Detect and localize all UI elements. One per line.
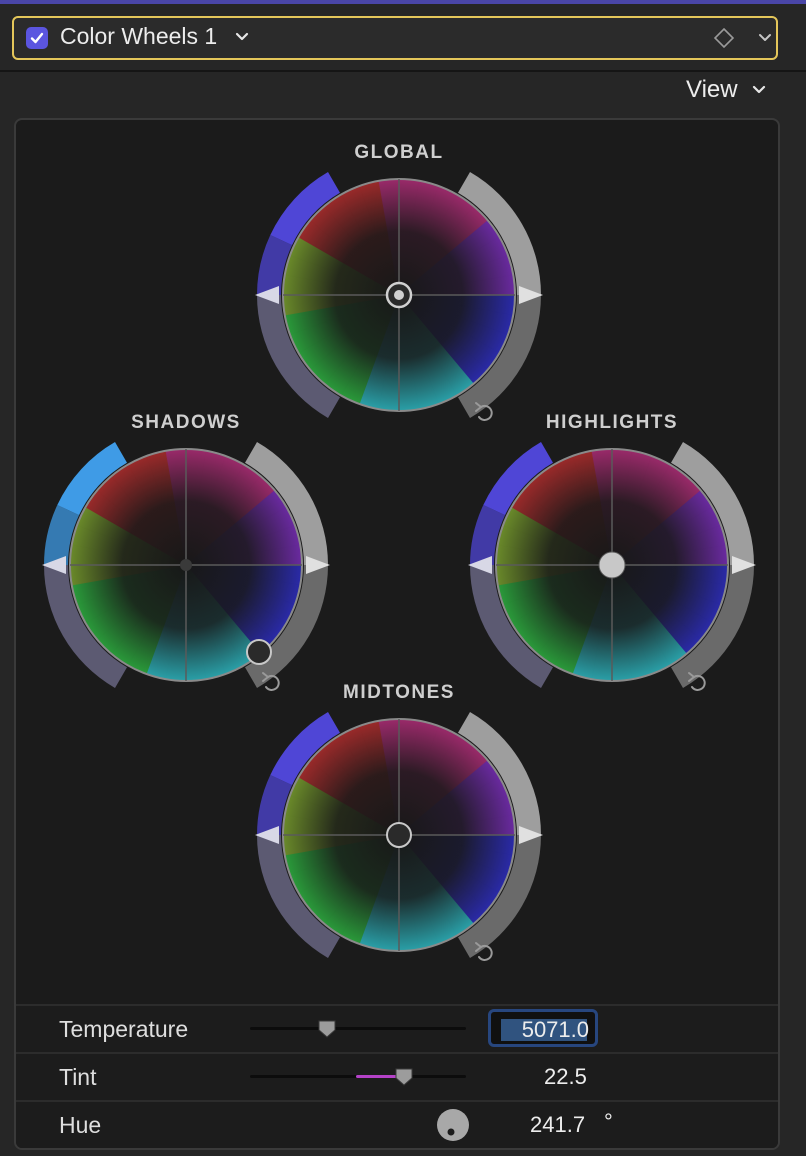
wheel-midtones[interactable] [255, 712, 543, 958]
wheel-label-shadows: SHADOWS [131, 412, 241, 433]
wheel-midtones-puck[interactable] [386, 822, 412, 848]
hue-value[interactable]: 241.7 [530, 1112, 585, 1138]
checkmark-icon [30, 32, 44, 44]
temperature-value-field[interactable]: 5071.0 [488, 1009, 598, 1047]
hue-row: Hue 241.7 ° [16, 1100, 778, 1148]
wheel-shadows[interactable] [42, 442, 330, 688]
wheel-highlights[interactable] [468, 442, 756, 688]
wheel-label-midtones: MIDTONES [343, 682, 455, 703]
temperature-slider-thumb[interactable] [317, 1019, 337, 1039]
view-menu-button[interactable]: View [686, 76, 766, 108]
wheel-label-highlights: HIGHLIGHTS [545, 412, 679, 433]
tint-slider-thumb[interactable] [394, 1067, 414, 1087]
wheel-highlights-puck[interactable] [598, 551, 626, 579]
hue-label: Hue [59, 1112, 102, 1138]
effect-header[interactable]: Color Wheels 1 [12, 16, 778, 60]
wheel-global-puck-dot [394, 290, 404, 300]
hue-dial-knob-icon[interactable] [436, 1108, 470, 1142]
wheel-shadows-puck[interactable] [246, 639, 272, 665]
tint-value[interactable]: 22.5 [544, 1064, 587, 1090]
wheel-label-global: GLOBAL [354, 142, 444, 163]
chevron-down-icon[interactable] [235, 32, 249, 42]
color-wheels-panel: GLOBAL SHADOWS HIGHLIGHTS MIDTONES Tempe… [14, 118, 780, 1150]
view-menu-label: View [686, 76, 738, 103]
effect-title[interactable]: Color Wheels 1 [60, 23, 217, 50]
tint-label: Tint [59, 1064, 97, 1090]
window-top-edge [0, 0, 806, 4]
temperature-slider-track[interactable] [250, 1027, 466, 1030]
wheel-global[interactable] [255, 172, 543, 418]
temperature-row: Temperature 5071.0 [16, 1004, 778, 1052]
wheels-canvas [42, 172, 756, 961]
keyframe-diamond-icon[interactable] [714, 28, 734, 48]
header-divider [0, 70, 806, 72]
temperature-value[interactable]: 5071.0 [522, 1017, 589, 1043]
enable-checkbox[interactable] [26, 27, 48, 49]
hue-unit: ° [604, 1109, 613, 1134]
temperature-label: Temperature [59, 1016, 189, 1042]
chevron-down-icon [752, 85, 766, 94]
tint-row: Tint 22.5 [16, 1052, 778, 1100]
wheel-shadows-center-dot [180, 559, 192, 571]
header-menu-chevron-icon[interactable] [758, 33, 772, 43]
